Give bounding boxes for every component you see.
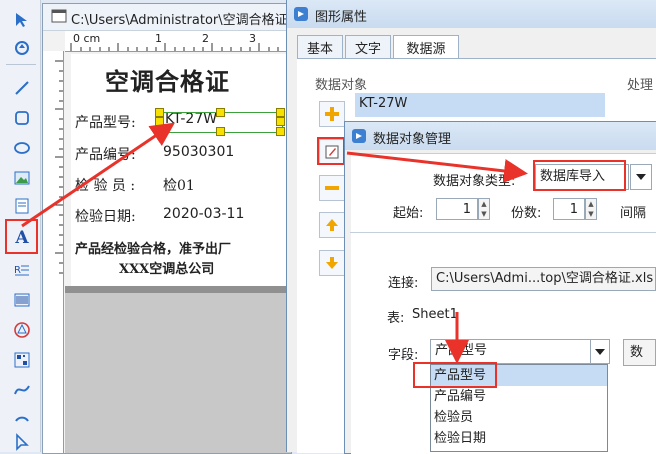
- annotation-arrows: [21, 122, 528, 364]
- arrow-text-tool-to-field: [21, 122, 175, 228]
- arrow-edit-to-type: [346, 151, 528, 183]
